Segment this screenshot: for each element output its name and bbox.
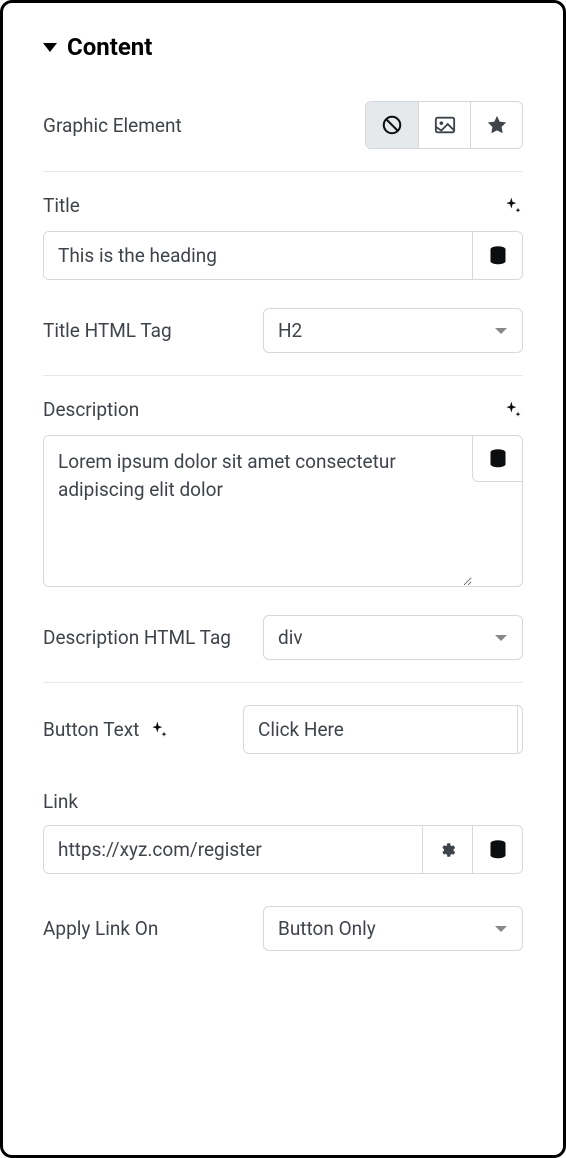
section-title: Content xyxy=(67,33,152,61)
database-icon xyxy=(489,840,507,860)
chevron-down-icon xyxy=(494,633,508,643)
description-textarea[interactable] xyxy=(44,436,472,586)
description-tag-row: Description HTML Tag div xyxy=(43,615,523,660)
apply-link-value: Button Only xyxy=(278,917,376,940)
apply-link-label: Apply Link On xyxy=(43,917,158,940)
description-input-wrap xyxy=(43,435,523,587)
title-input-wrap xyxy=(43,231,523,280)
sparkle-icon xyxy=(503,400,523,420)
button-text-label: Button Text xyxy=(43,718,139,741)
button-text-row: Button Text xyxy=(43,705,523,754)
chevron-down-icon xyxy=(494,326,508,336)
chevron-down-icon xyxy=(494,924,508,934)
graphic-element-row: Graphic Element xyxy=(43,101,523,149)
graphic-element-toggle xyxy=(365,101,523,149)
apply-link-select[interactable]: Button Only xyxy=(263,906,523,951)
divider xyxy=(43,375,523,376)
button-text-input[interactable] xyxy=(244,706,517,753)
content-panel: Content Graphic Element Title xyxy=(0,0,566,1158)
graphic-image-button[interactable] xyxy=(418,102,470,148)
graphic-none-button[interactable] xyxy=(366,102,418,148)
link-input-wrap xyxy=(43,825,523,874)
image-icon xyxy=(434,115,456,135)
graphic-element-label: Graphic Element xyxy=(43,114,182,137)
description-tag-value: div xyxy=(278,626,303,649)
description-label: Description xyxy=(43,398,139,421)
database-icon xyxy=(489,449,507,469)
section-header[interactable]: Content xyxy=(43,33,523,61)
ban-icon xyxy=(381,114,403,136)
title-tag-row: Title HTML Tag H2 xyxy=(43,308,523,353)
link-field: Link xyxy=(43,790,523,874)
description-ai-button[interactable] xyxy=(503,400,523,420)
link-settings-button[interactable] xyxy=(422,826,472,873)
description-dynamic-button[interactable] xyxy=(472,436,522,482)
title-tag-label: Title HTML Tag xyxy=(43,319,172,342)
sparkle-icon xyxy=(149,720,169,740)
title-tag-value: H2 xyxy=(278,319,302,342)
title-ai-button[interactable] xyxy=(503,196,523,216)
apply-link-row: Apply Link On Button Only xyxy=(43,906,523,951)
divider xyxy=(43,171,523,172)
description-tag-select[interactable]: div xyxy=(263,615,523,660)
title-tag-select[interactable]: H2 xyxy=(263,308,523,353)
button-text-ai-button[interactable] xyxy=(149,720,169,740)
divider xyxy=(43,682,523,683)
graphic-icon-button[interactable] xyxy=(470,102,522,148)
database-icon xyxy=(489,246,507,266)
title-label: Title xyxy=(43,194,80,217)
caret-down-icon xyxy=(43,43,57,52)
link-input[interactable] xyxy=(44,826,422,873)
button-text-dynamic-button[interactable] xyxy=(517,706,523,753)
description-field: Description xyxy=(43,398,523,587)
button-text-input-wrap xyxy=(243,705,523,754)
gear-icon xyxy=(439,841,457,859)
star-icon xyxy=(486,114,508,136)
sparkle-icon xyxy=(503,196,523,216)
link-label: Link xyxy=(43,790,78,813)
description-tag-label: Description HTML Tag xyxy=(43,626,231,649)
title-input[interactable] xyxy=(44,232,472,279)
link-dynamic-button[interactable] xyxy=(472,826,522,873)
title-field: Title xyxy=(43,194,523,280)
title-dynamic-button[interactable] xyxy=(472,232,522,279)
